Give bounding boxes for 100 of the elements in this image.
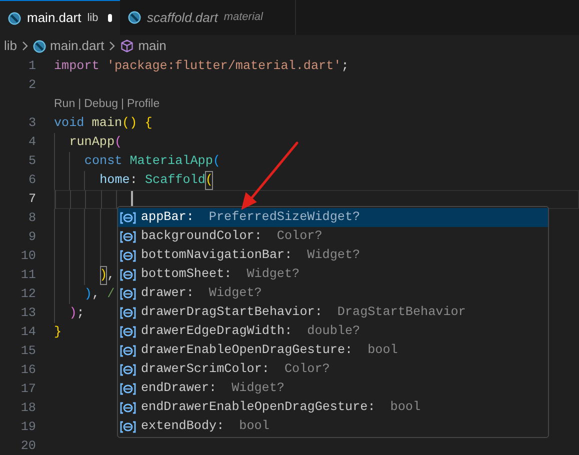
suggestion-item[interactable]: endDrawer: Widget? xyxy=(118,379,548,398)
tab-description: material xyxy=(224,10,263,26)
dart-file-icon xyxy=(128,11,141,24)
editor-tab[interactable]: main.dart lib xyxy=(0,0,120,35)
field-icon xyxy=(120,400,136,414)
suggestion-type: bool xyxy=(239,418,270,436)
suggestion-item[interactable]: drawerDragStartBehavior: DragStartBehavior xyxy=(118,303,548,322)
suggestion-type: Widget? xyxy=(246,266,300,284)
suggestion-type: double? xyxy=(307,323,360,340)
suggestion-type: Widget? xyxy=(208,285,262,302)
line-number: 15 xyxy=(20,343,37,360)
suggestion-type: bool xyxy=(390,399,421,416)
code-token: ) xyxy=(100,266,108,285)
code-token: ( xyxy=(212,153,220,170)
field-icon xyxy=(120,344,136,358)
dart-file-icon xyxy=(8,12,21,24)
codelens-separator: | xyxy=(121,96,124,112)
code-token: 'package:flutter/material.dart' xyxy=(106,58,342,76)
line-number: 20 xyxy=(20,438,37,455)
code-token: ) xyxy=(84,286,92,304)
field-icon xyxy=(120,210,136,224)
line-number: 12 xyxy=(20,286,37,304)
code-token: home xyxy=(100,172,130,190)
editor-tab[interactable]: scaffold.dart material xyxy=(120,0,296,35)
suggestion-item[interactable]: bottomSheet: Widget? xyxy=(118,265,548,284)
tab-description: lib xyxy=(87,10,98,26)
suggestion-type: Widget? xyxy=(307,247,360,264)
field-icon xyxy=(120,362,136,376)
suggestion-item[interactable]: drawerEnableOpenDragGesture: bool xyxy=(118,341,548,360)
suggestion-name: backgroundColor: xyxy=(141,228,262,246)
line-number: 4 xyxy=(27,134,37,152)
code-token: ) xyxy=(69,305,77,322)
chevron-icon xyxy=(21,41,30,51)
tab-label: main.dart xyxy=(27,9,82,28)
suggestion-type: PreferredSizeWidget? xyxy=(208,209,360,226)
suggestion-name: drawerEdgeDragWidth: xyxy=(141,323,292,340)
line-number: 3 xyxy=(27,115,37,132)
code-token: , xyxy=(92,286,101,304)
suggestion-item[interactable]: drawerScrimColor: Color? xyxy=(118,360,548,379)
suggestion-item[interactable]: drawerEdgeDragWidth: double? xyxy=(118,322,548,341)
suggestion-item[interactable]: bottomNavigationBar: Widget? xyxy=(118,246,548,265)
suggestion-item[interactable]: appBar: PreferredSizeWidget? xyxy=(118,208,548,227)
code-token: , xyxy=(107,267,115,284)
breadcrumb-item[interactable]: main.dart xyxy=(50,36,104,56)
code-token: import xyxy=(54,58,100,76)
field-icon xyxy=(120,230,136,244)
dart-file-icon xyxy=(33,40,46,52)
field-icon xyxy=(120,306,136,320)
code-token: / xyxy=(107,286,115,304)
suggestion-name: extendBody: xyxy=(141,418,224,436)
code-token: ; xyxy=(76,305,84,322)
suggestion-type: Color? xyxy=(284,361,330,378)
code-token: MaterialApp xyxy=(130,153,213,170)
breadcrumb-item[interactable]: main xyxy=(138,36,166,56)
line-number: 19 xyxy=(20,419,37,436)
suggestion-type: DragStartBehavior xyxy=(337,304,466,322)
breadcrumb-item[interactable]: lib xyxy=(4,36,18,56)
code-token: ( xyxy=(114,134,122,152)
field-icon xyxy=(120,286,136,300)
line-number: 16 xyxy=(20,362,37,380)
suggestion-type: bool xyxy=(368,342,398,360)
suggestion-item[interactable]: drawer: Widget? xyxy=(118,284,548,303)
line-number: 8 xyxy=(27,210,37,228)
line-number: 10 xyxy=(20,248,37,266)
suggestion-name: drawerDragStartBehavior: xyxy=(141,304,322,322)
codelens-link[interactable]: Run xyxy=(54,96,76,114)
code-token: : xyxy=(130,172,138,190)
code-token: main xyxy=(92,115,122,132)
line-number: 14 xyxy=(20,324,37,342)
code-token: const xyxy=(84,153,124,170)
suggestion-name: bottomNavigationBar: xyxy=(141,247,292,264)
line-number: 13 xyxy=(20,305,37,322)
suggestion-item[interactable]: endDrawerEnableOpenDragGesture: bool xyxy=(118,398,548,417)
chevron-icon xyxy=(108,41,116,51)
cube-icon xyxy=(120,39,134,53)
suggestion-name: endDrawerEnableOpenDragGesture: xyxy=(141,399,376,416)
suggestion-name: bottomSheet: xyxy=(141,266,232,284)
line-number: 9 xyxy=(27,229,37,246)
code-token: () { xyxy=(122,115,152,132)
suggestion-type: Widget? xyxy=(232,380,284,398)
code-token: void xyxy=(54,115,86,132)
line-number: 17 xyxy=(20,381,37,398)
line-number: 18 xyxy=(20,400,37,418)
code-token: runApp xyxy=(69,134,115,152)
suggestion-name: endDrawer: xyxy=(141,380,217,398)
code-token: } xyxy=(54,324,62,342)
suggestion-name: drawerScrimColor: xyxy=(141,361,270,378)
suggestion-item[interactable]: backgroundColor: Color? xyxy=(118,227,548,246)
suggestion-name: appBar: xyxy=(141,209,194,226)
tab-label: scaffold.dart xyxy=(147,8,218,27)
suggestion-item[interactable]: extendBody: bool xyxy=(118,417,548,436)
codelens-link[interactable]: Profile xyxy=(127,96,160,114)
line-number: 1 xyxy=(27,58,37,76)
line-number: 11 xyxy=(20,267,37,284)
line-number: 7 xyxy=(27,191,37,208)
field-icon xyxy=(120,268,136,282)
suggestion-type: Color? xyxy=(276,228,322,246)
field-icon xyxy=(120,248,136,262)
codelens-separator: | xyxy=(78,96,82,112)
codelens-link[interactable]: Debug xyxy=(84,96,118,114)
